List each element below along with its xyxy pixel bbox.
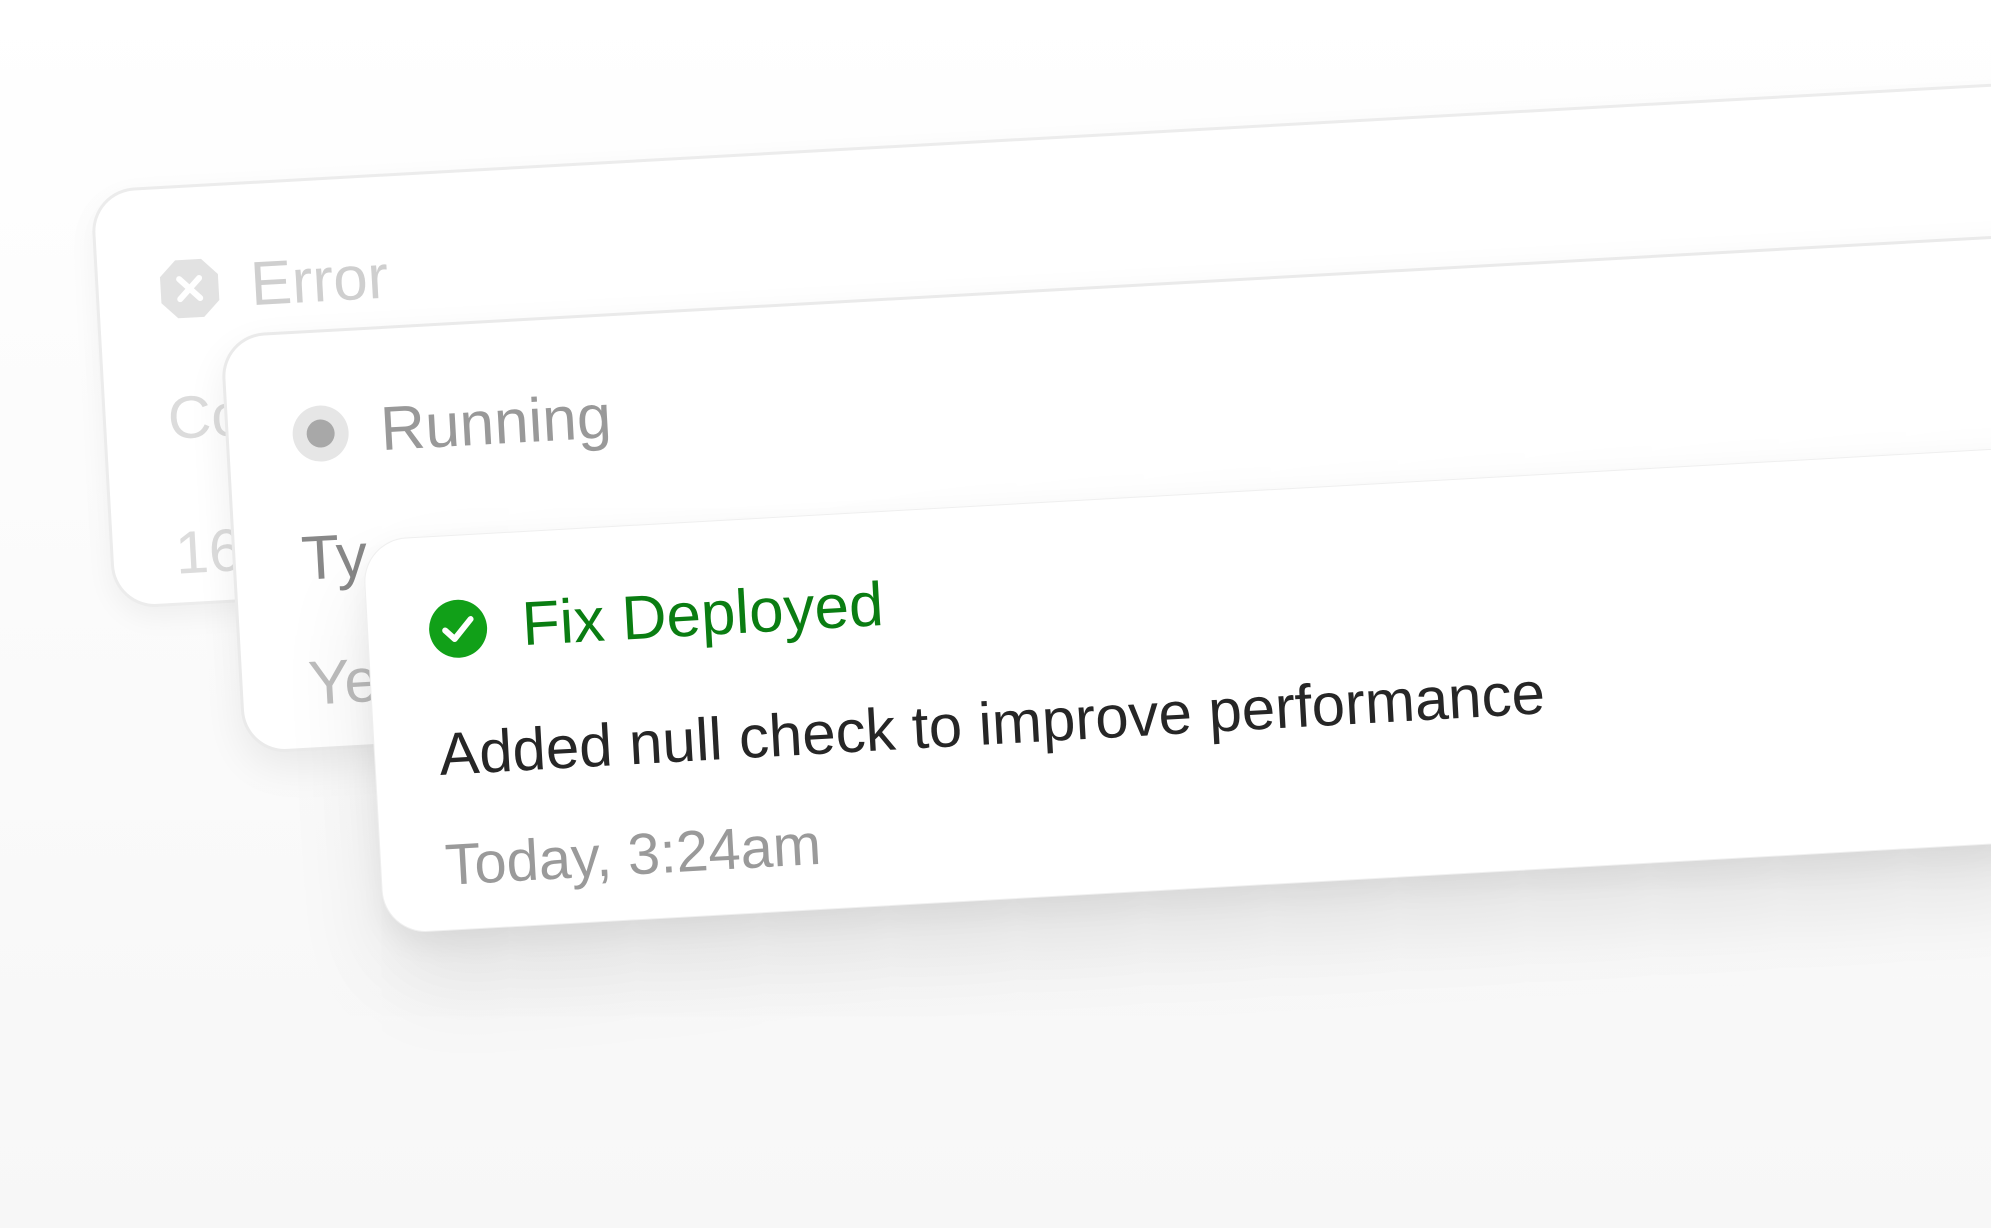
deployment-timestamp: Today, 3:24am xyxy=(443,811,823,898)
deployment-description: Added null check to improve performance xyxy=(437,659,1547,788)
error-status-row: Error xyxy=(157,242,391,322)
deployed-status-label: Fix Deployed xyxy=(520,570,886,660)
running-status-row: Running xyxy=(289,382,614,466)
error-status-label: Error xyxy=(248,242,391,320)
check-circle-icon xyxy=(426,597,489,660)
running-card-line: Ty xyxy=(299,521,369,594)
radio-dot-icon xyxy=(289,402,352,465)
running-status-label: Running xyxy=(378,382,614,465)
notification-stack: Error Co 16 Running Ty Ye Fix Deployed A… xyxy=(0,0,1991,1228)
x-circle-icon xyxy=(157,256,222,321)
deployed-status-row: Fix Deployed xyxy=(426,570,886,661)
